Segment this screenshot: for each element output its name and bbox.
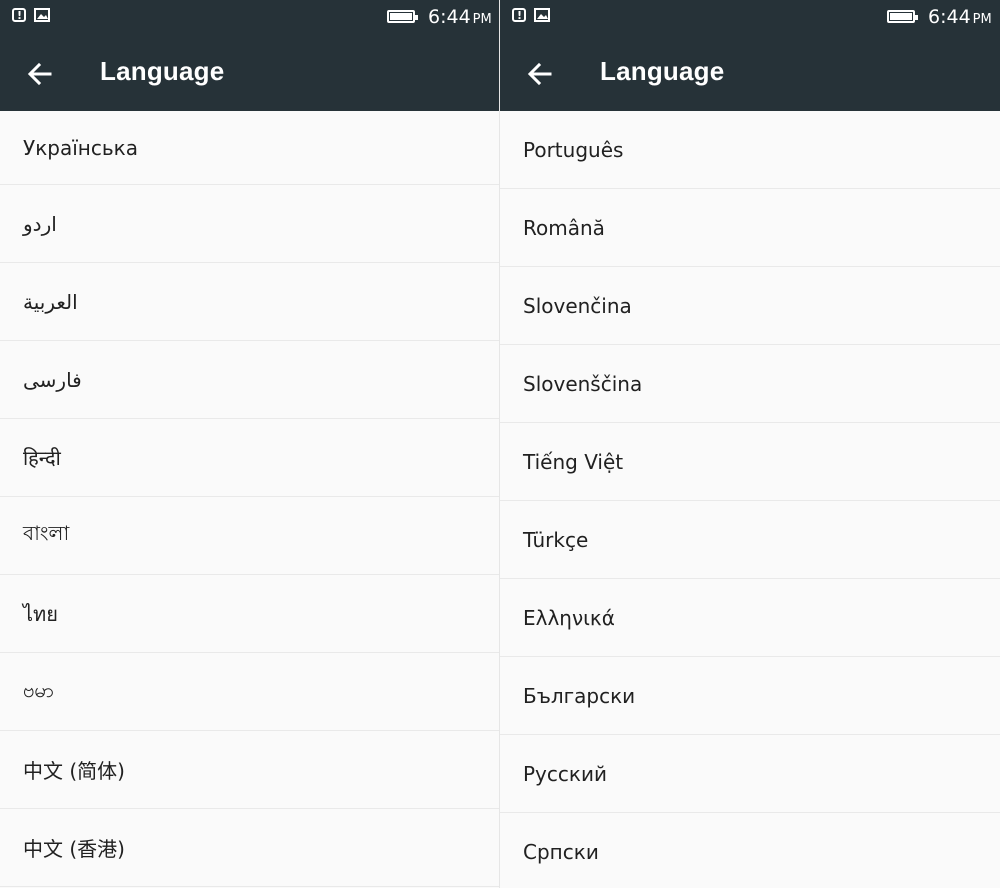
language-item[interactable]: Português	[500, 111, 1000, 189]
language-item[interactable]: Tiếng Việt	[500, 423, 1000, 501]
language-item[interactable]: Slovenčina	[500, 267, 1000, 345]
image-icon	[34, 8, 50, 22]
language-item[interactable]: Türkçe	[500, 501, 1000, 579]
page-title: Language	[600, 56, 725, 86]
language-item[interactable]: Română	[500, 189, 1000, 267]
language-item[interactable]: বাংলা	[0, 497, 499, 575]
right-screen: ! 6:44 PM Language Português Română Slove…	[500, 0, 1000, 888]
language-item[interactable]: 中文 (香港)	[0, 809, 499, 887]
app-bar: Language	[500, 34, 1000, 111]
page-title: Language	[100, 56, 225, 86]
clock: 6:44 PM	[928, 6, 992, 28]
language-list: Українська اردو العربية فارسی हिन्दी বাং…	[0, 111, 499, 887]
language-item[interactable]: فارسی	[0, 341, 499, 419]
language-item[interactable]: Русский	[500, 735, 1000, 813]
clock: 6:44 PM	[428, 6, 492, 28]
image-icon	[534, 8, 550, 22]
language-item[interactable]: Slovenščina	[500, 345, 1000, 423]
language-item[interactable]: Українська	[0, 111, 499, 185]
language-item[interactable]: Ελληνικά	[500, 579, 1000, 657]
battery-icon	[387, 10, 418, 23]
language-item[interactable]: Српски	[500, 813, 1000, 888]
app-bar: Language	[0, 34, 499, 111]
screenshot-pair: ! 6:44 PM Language Українська اردو العربي…	[0, 0, 1000, 888]
language-item[interactable]: اردو	[0, 185, 499, 263]
language-item[interactable]: Български	[500, 657, 1000, 735]
alert-icon: !	[512, 8, 526, 22]
language-item[interactable]: ไทย	[0, 575, 499, 653]
back-arrow-icon[interactable]	[526, 60, 554, 88]
notification-icons: !	[512, 8, 550, 22]
language-item[interactable]: العربية	[0, 263, 499, 341]
status-bar: ! 6:44 PM	[500, 0, 1000, 34]
alert-icon: !	[12, 8, 26, 22]
left-screen: ! 6:44 PM Language Українська اردو العربي…	[0, 0, 500, 888]
notification-icons: !	[12, 8, 50, 22]
language-item[interactable]: 中文 (简体)	[0, 731, 499, 809]
language-item[interactable]: हिन्दी	[0, 419, 499, 497]
language-item[interactable]: ဗမာ	[0, 653, 499, 731]
battery-icon	[887, 10, 918, 23]
back-arrow-icon[interactable]	[26, 60, 54, 88]
status-bar: ! 6:44 PM	[0, 0, 499, 34]
language-list: Português Română Slovenčina Slovenščina …	[500, 111, 1000, 888]
